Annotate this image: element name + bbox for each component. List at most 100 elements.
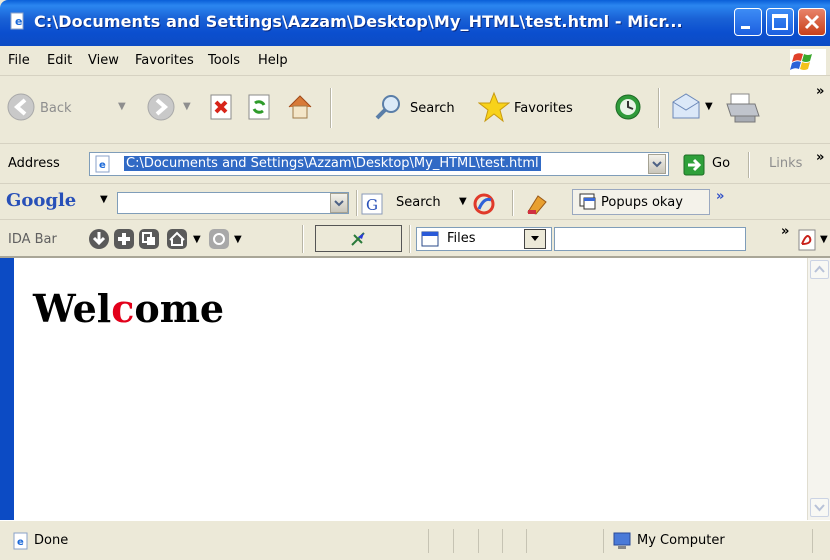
status-text: Done (34, 533, 69, 548)
title-bar[interactable]: e C:\Documents and Settings\Azzam\Deskto… (0, 0, 830, 46)
menu-tools[interactable]: Tools (208, 53, 240, 68)
status-divider (526, 529, 527, 553)
favorites-star-icon[interactable] (478, 91, 510, 123)
menu-help[interactable]: Help (258, 53, 288, 68)
standard-toolbar: Back ▼ ▼ Search Favorites ▼ » (0, 76, 830, 144)
settings-icon[interactable] (208, 228, 230, 250)
maximize-button[interactable] (766, 8, 794, 36)
stop-icon[interactable] (208, 93, 236, 121)
files-select-value: Files (447, 231, 476, 246)
minimize-button[interactable] (734, 8, 762, 36)
status-bar: e Done My Computer (0, 520, 830, 560)
menu-favorites[interactable]: Favorites (135, 53, 194, 68)
heading-red-letter: c (111, 286, 135, 331)
back-dropdown-icon[interactable]: ▼ (118, 101, 126, 112)
popup-blocker-icon (579, 193, 596, 210)
print-icon[interactable] (725, 92, 765, 124)
chevron-down-icon (652, 161, 662, 168)
back-arrow-icon[interactable] (6, 92, 36, 122)
window-title: C:\Documents and Settings\Azzam\Desktop\… (34, 12, 683, 31)
google-search-icon[interactable]: G (361, 193, 383, 215)
chevron-down-icon (334, 200, 344, 207)
links-overflow-chevron[interactable]: » (816, 150, 824, 165)
google-search-dropdown-button[interactable] (330, 193, 348, 213)
toolbar-separator (302, 225, 303, 253)
scroll-up-button[interactable] (810, 260, 829, 279)
mail-icon[interactable] (670, 92, 702, 122)
highlight-icon[interactable] (524, 192, 550, 216)
ida-overflow-chevron[interactable]: » (781, 224, 789, 239)
google-search-dropdown-icon[interactable]: ▼ (459, 196, 467, 207)
cursor-icon (351, 232, 365, 246)
close-icon (804, 14, 820, 30)
refresh-icon[interactable] (246, 93, 274, 121)
caret-down-icon (531, 236, 539, 241)
mail-dropdown-icon[interactable]: ▼ (705, 101, 713, 112)
address-label: Address (8, 156, 60, 171)
toolbar-separator (512, 190, 513, 216)
menu-view[interactable]: View (88, 53, 119, 68)
cursor-tool-button[interactable] (315, 225, 402, 252)
ida-bar-label: IDA Bar (8, 232, 57, 247)
welcome-heading: Welcome (33, 290, 224, 328)
home-dropdown-icon[interactable]: ▼ (193, 234, 201, 245)
heading-part-1: Wel (33, 286, 112, 331)
ie-page-icon: e (10, 12, 24, 30)
popups-okay-button[interactable]: Popups okay (572, 189, 710, 215)
files-select[interactable]: Files (416, 227, 552, 251)
google-menu-dropdown-icon[interactable]: ▼ (100, 194, 108, 205)
vertical-scrollbar[interactable] (807, 258, 830, 520)
status-divider (478, 529, 479, 553)
google-search-input[interactable] (117, 192, 349, 214)
popups-okay-label: Popups okay (601, 195, 683, 210)
heading-part-2: ome (134, 286, 225, 331)
home-icon[interactable] (166, 228, 188, 250)
toolbar-separator (658, 88, 659, 128)
go-arrow-icon[interactable] (683, 154, 705, 176)
page-content[interactable]: Welcome (14, 258, 807, 520)
menu-file[interactable]: File (8, 53, 30, 68)
favorites-button-label[interactable]: Favorites (514, 101, 573, 116)
pdf-icon[interactable] (796, 228, 820, 252)
google-search-button-label[interactable]: Search (396, 195, 441, 210)
search-button-label[interactable]: Search (410, 101, 455, 116)
toolbar-separator (356, 190, 357, 216)
copy-icon[interactable] (138, 228, 160, 250)
home-icon[interactable] (285, 92, 315, 122)
address-url[interactable]: C:\Documents and Settings\Azzam\Desktop\… (124, 156, 541, 171)
security-zone-label: My Computer (637, 533, 725, 548)
pdf-dropdown-icon[interactable]: ▼ (820, 234, 828, 245)
ida-search-input[interactable] (554, 227, 746, 251)
links-label[interactable]: Links (769, 156, 802, 171)
address-dropdown-button[interactable] (648, 154, 666, 174)
ie-window: e C:\Documents and Settings\Azzam\Deskto… (0, 0, 830, 560)
window-frame-left (0, 258, 14, 520)
svg-text:e: e (17, 537, 24, 548)
address-input[interactable]: e C:\Documents and Settings\Azzam\Deskto… (89, 152, 669, 176)
forward-dropdown-icon[interactable]: ▼ (183, 101, 191, 112)
add-icon[interactable] (113, 228, 135, 250)
download-icon[interactable] (88, 228, 110, 250)
pagerank-icon[interactable] (471, 191, 497, 217)
forward-arrow-icon[interactable] (146, 92, 176, 122)
back-button-label[interactable]: Back (40, 101, 72, 116)
chevron-up-icon (814, 265, 825, 273)
google-toolbar: Google ▼ G Search ▼ Popups okay » (0, 184, 830, 220)
google-logo[interactable]: Google (6, 190, 76, 211)
page-done-icon: e (13, 532, 28, 550)
minimize-icon (741, 26, 750, 29)
files-dropdown-button[interactable] (524, 229, 546, 249)
settings-dropdown-icon[interactable]: ▼ (234, 234, 242, 245)
google-overflow-chevron[interactable]: » (716, 189, 724, 204)
svg-text:e: e (99, 160, 106, 171)
menu-edit[interactable]: Edit (47, 53, 72, 68)
toolbar-overflow-chevron[interactable]: » (816, 84, 824, 99)
go-button-label[interactable]: Go (712, 156, 730, 171)
search-icon[interactable] (373, 92, 403, 122)
history-icon[interactable] (612, 91, 644, 123)
close-button[interactable] (798, 8, 826, 36)
scroll-down-button[interactable] (810, 498, 829, 517)
chevron-down-icon (814, 504, 825, 512)
maximize-icon (772, 14, 788, 30)
window-icon (421, 231, 439, 247)
